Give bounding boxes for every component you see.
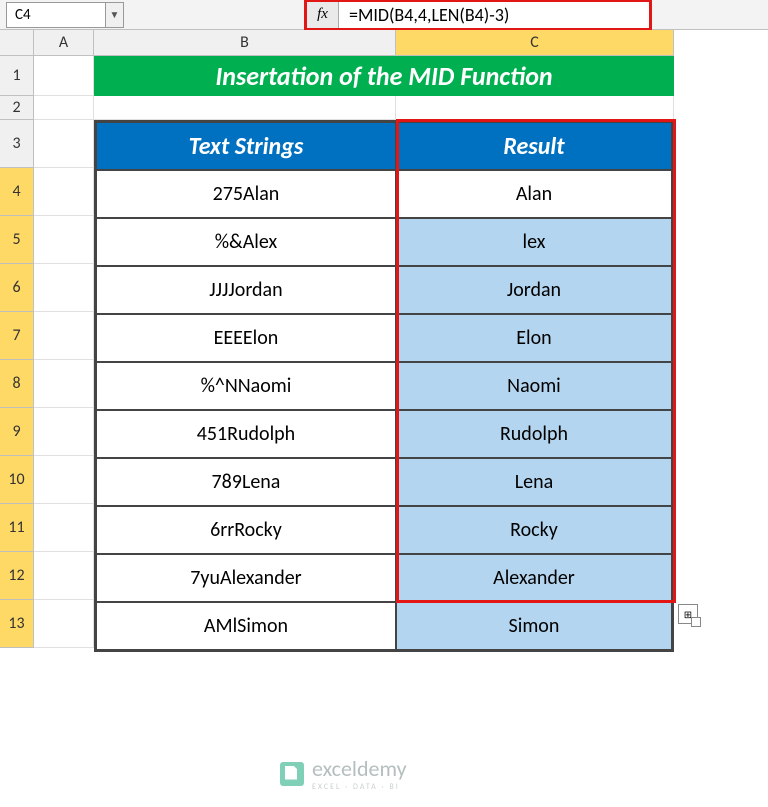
row-header-13[interactable]: 13	[0, 600, 34, 648]
cell-text[interactable]: 7yuAlexander	[96, 554, 396, 602]
cell-result[interactable]: Rocky	[396, 506, 672, 554]
formula-area: fx =MID(B4,4,LEN(B4)-3)	[304, 0, 652, 30]
row-header-4[interactable]: 4	[0, 168, 34, 216]
fx-icon[interactable]: fx	[307, 2, 339, 28]
cell-result[interactable]: Jordan	[396, 266, 672, 314]
col-header-A[interactable]: A	[34, 30, 94, 56]
row-header-5[interactable]: 5	[0, 216, 34, 264]
col-header-C[interactable]: C	[396, 30, 674, 56]
cell-text[interactable]: JJJJordan	[96, 266, 396, 314]
row-header-10[interactable]: 10	[0, 456, 34, 504]
cell-result[interactable]: Alexander	[396, 554, 672, 602]
row-header-11[interactable]: 11	[0, 504, 34, 552]
grid[interactable]: Insertation of the MID Function Text Str…	[34, 56, 768, 648]
row-header-12[interactable]: 12	[0, 552, 34, 600]
col-header-B[interactable]: B	[94, 30, 396, 56]
cell-result[interactable]: Simon	[396, 602, 672, 650]
select-all-corner[interactable]	[0, 30, 34, 56]
row-header-7[interactable]: 7	[0, 312, 34, 360]
watermark-text: exceldemy	[312, 755, 407, 782]
cell-result[interactable]: Alan	[396, 170, 672, 218]
watermark: exceldemy EXCEL · DATA · BI	[280, 755, 407, 792]
row-header-9[interactable]: 9	[0, 408, 34, 456]
cell-text[interactable]: %^NNaomi	[96, 362, 396, 410]
cell-result[interactable]: Lena	[396, 458, 672, 506]
row-header-2[interactable]: 2	[0, 96, 34, 120]
cell-result[interactable]: lex	[396, 218, 672, 266]
watermark-subtitle: EXCEL · DATA · BI	[312, 782, 407, 792]
formula-input[interactable]: =MID(B4,4,LEN(B4)-3)	[339, 2, 649, 28]
row-header-6[interactable]: 6	[0, 264, 34, 312]
cell-text[interactable]: 6rrRocky	[96, 506, 396, 554]
exceldemy-logo-icon	[280, 762, 304, 786]
cell-text[interactable]: 275Alan	[96, 170, 396, 218]
cell-text[interactable]: AMlSimon	[96, 602, 396, 650]
row-headers: 1 2 3 4 5 6 7 8 9 10 11 12 13	[0, 30, 34, 648]
column-headers: A B C	[34, 30, 768, 56]
cell-text[interactable]: EEEElon	[96, 314, 396, 362]
row-header-1[interactable]: 1	[0, 56, 34, 96]
cell-result[interactable]: Naomi	[396, 362, 672, 410]
cell-text[interactable]: 451Rudolph	[96, 410, 396, 458]
cell-text[interactable]: %&Alex	[96, 218, 396, 266]
name-box[interactable]: C4	[6, 2, 106, 28]
header-text-strings[interactable]: Text Strings	[96, 122, 396, 170]
cell-result[interactable]: Rudolph	[396, 410, 672, 458]
cell-text[interactable]: 789Lena	[96, 458, 396, 506]
data-table: Text Strings Result 275AlanAlan %&Alexle…	[94, 120, 674, 652]
autofill-options-icon[interactable]: ⊞	[678, 604, 698, 624]
spreadsheet: 1 2 3 4 5 6 7 8 9 10 11 12 13 A B C	[0, 30, 768, 648]
row-header-8[interactable]: 8	[0, 360, 34, 408]
cell-result[interactable]: Elon	[396, 314, 672, 362]
title-banner: Insertation of the MID Function	[94, 56, 674, 96]
row-header-3[interactable]: 3	[0, 120, 34, 168]
formula-bar: C4 ▼ fx =MID(B4,4,LEN(B4)-3)	[0, 0, 768, 30]
name-box-dropdown[interactable]: ▼	[106, 2, 124, 28]
header-result[interactable]: Result	[396, 122, 672, 170]
